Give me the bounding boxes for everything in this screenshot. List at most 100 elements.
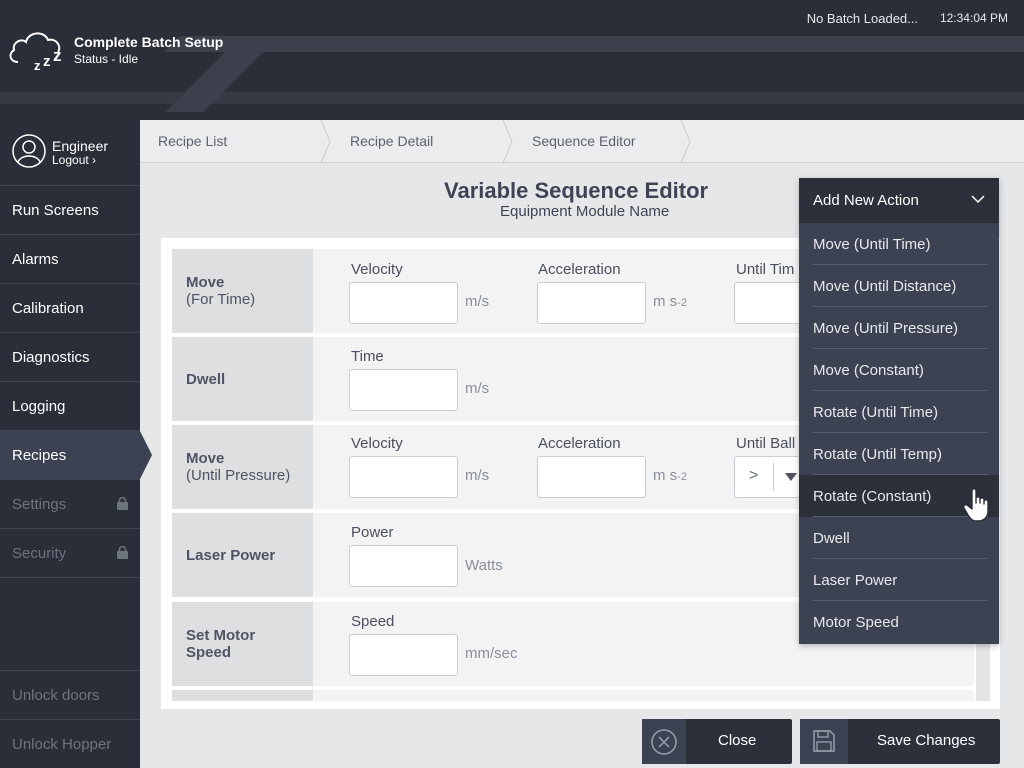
speed-label: Speed: [351, 613, 395, 630]
menu-item-motor-speed[interactable]: Motor Speed: [799, 601, 999, 643]
unlock-doors-label: Unlock doors: [12, 686, 100, 704]
acceleration-unit: m s-2: [653, 467, 687, 484]
unlock-hopper-label: Unlock Hopper: [12, 735, 112, 753]
header-decoration: [164, 36, 1024, 52]
speed-input[interactable]: [349, 634, 458, 676]
save-disk-icon: [813, 730, 835, 752]
add-action-dropdown[interactable]: Add New Action Move (Until Time) Move (U…: [799, 178, 999, 644]
row-label: Laser Power: [172, 513, 313, 597]
add-action-label: Add New Action: [813, 192, 919, 209]
acceleration-input[interactable]: [537, 282, 646, 324]
breadcrumb-recipe-list[interactable]: Recipe List: [158, 133, 227, 149]
menu-item-move-constant[interactable]: Move (Constant): [799, 349, 999, 391]
until-ball-label: Until Ball: [736, 435, 796, 452]
sidebar-item-run-screens[interactable]: Run Screens: [0, 186, 140, 235]
breadcrumb-separator: [680, 120, 691, 163]
comparator-value: >: [749, 467, 759, 484]
add-action-header[interactable]: Add New Action: [799, 178, 999, 223]
close-button-icon-area: [642, 719, 686, 764]
menu-item-move-until-pressure[interactable]: Move (Until Pressure): [799, 307, 999, 349]
acceleration-unit-base: m s: [653, 293, 678, 310]
sidebar-item-diagnostics[interactable]: Diagnostics: [0, 333, 140, 382]
sidebar-item-logging[interactable]: Logging: [0, 382, 140, 431]
power-label: Power: [351, 524, 394, 541]
time-input[interactable]: [349, 369, 458, 411]
row-label: Dwell: [172, 337, 313, 421]
acceleration-unit-exp: -2: [677, 297, 687, 309]
action-name: Dwell: [186, 370, 226, 388]
menu-item-move-until-time[interactable]: Move (Until Time): [799, 223, 999, 265]
velocity-label: Velocity: [351, 435, 403, 452]
time-label: Time: [351, 348, 384, 365]
page-title: Variable Sequence Editor: [444, 178, 709, 203]
svg-text:z: z: [53, 46, 62, 65]
breadcrumb-separator: [320, 120, 331, 163]
sidebar-item-label: Diagnostics: [12, 348, 90, 366]
velocity-input[interactable]: [349, 282, 458, 324]
save-changes-label: Save Changes: [877, 732, 976, 749]
batch-status[interactable]: No Batch Loaded...: [807, 11, 918, 26]
unlock-hopper-button[interactable]: Unlock Hopper: [0, 719, 140, 768]
row-label: Move (For Time): [172, 249, 313, 333]
action-subtitle: (For Time): [186, 291, 256, 308]
sidebar-item-calibration[interactable]: Calibration: [0, 284, 140, 333]
close-circle-icon: [651, 729, 677, 755]
acceleration-unit: m s-2: [653, 293, 687, 310]
menu-item-move-until-distance[interactable]: Move (Until Distance): [799, 265, 999, 307]
logout-link[interactable]: Logout ›: [52, 153, 96, 167]
velocity-label: Velocity: [351, 261, 403, 278]
action-name: Set Motor: [186, 627, 256, 644]
sidebar-item-recipes[interactable]: Recipes: [0, 431, 152, 480]
logout-label[interactable]: Logout: [52, 153, 89, 167]
breadcrumb-separator: [502, 120, 513, 163]
close-label: Close: [718, 732, 757, 749]
sleep-cloud-icon: z z z: [9, 32, 62, 72]
action-name-line2: Speed: [186, 644, 232, 661]
comparator-select[interactable]: >: [734, 456, 800, 498]
sidebar-item-label: Run Screens: [12, 201, 99, 219]
sidebar-item-label: Calibration: [12, 299, 84, 317]
time-unit: m/s: [465, 380, 490, 397]
user-avatar-icon: [12, 134, 46, 168]
sidebar-item-alarms[interactable]: Alarms: [0, 235, 140, 284]
sequence-row[interactable]: [172, 690, 974, 701]
app-title: Complete Batch Setup: [74, 34, 224, 50]
chevron-down-icon: [971, 195, 985, 204]
breadcrumb-recipe-detail[interactable]: Recipe Detail: [350, 133, 433, 149]
velocity-unit: m/s: [465, 293, 490, 310]
user-role: Engineer: [52, 138, 109, 154]
sidebar-item-label: Recipes: [12, 446, 67, 464]
sidebar-item-settings: Settings: [0, 480, 140, 529]
menu-item-rotate-until-temp[interactable]: Rotate (Until Temp): [799, 433, 999, 475]
chevron-right-icon: ›: [92, 153, 97, 167]
app-status: Status - Idle: [74, 52, 139, 66]
divider: [773, 463, 774, 491]
save-changes-button[interactable]: Save Changes: [800, 719, 1000, 764]
menu-item-rotate-until-time[interactable]: Rotate (Until Time): [799, 391, 999, 433]
page-subtitle: Equipment Module Name: [500, 203, 670, 220]
sidebar-item-label: Logging: [12, 397, 66, 415]
caret-down-icon: [785, 473, 797, 481]
lock-icon: [117, 497, 128, 510]
action-name: Move: [186, 274, 225, 291]
acceleration-unit-exp: -2: [677, 471, 687, 483]
velocity-input[interactable]: [349, 456, 458, 498]
acceleration-input[interactable]: [537, 456, 646, 498]
user-panel[interactable]: Engineer Logout ›: [0, 120, 140, 186]
menu-item-dwell[interactable]: Dwell: [799, 517, 999, 559]
row-label: Set Motor Speed: [172, 602, 313, 686]
unlock-doors-button[interactable]: Unlock doors: [0, 670, 140, 719]
svg-text:z: z: [43, 53, 51, 70]
row-label: Move (Until Pressure): [172, 425, 313, 509]
acceleration-label: Acceleration: [538, 261, 621, 278]
sidebar-item-security: Security: [0, 529, 140, 578]
sidebar-item-label: Settings: [12, 495, 67, 513]
close-button[interactable]: Close: [642, 719, 792, 764]
sidebar-item-label: Security: [12, 544, 67, 562]
menu-item-laser-power[interactable]: Laser Power: [799, 559, 999, 601]
breadcrumb-sequence-editor[interactable]: Sequence Editor: [532, 133, 636, 149]
clock: 12:34:04 PM: [939, 11, 1008, 25]
sidebar: Engineer Logout › Run Screens Alarms Cal…: [0, 120, 152, 768]
row-label: [172, 690, 313, 701]
power-input[interactable]: [349, 545, 458, 587]
